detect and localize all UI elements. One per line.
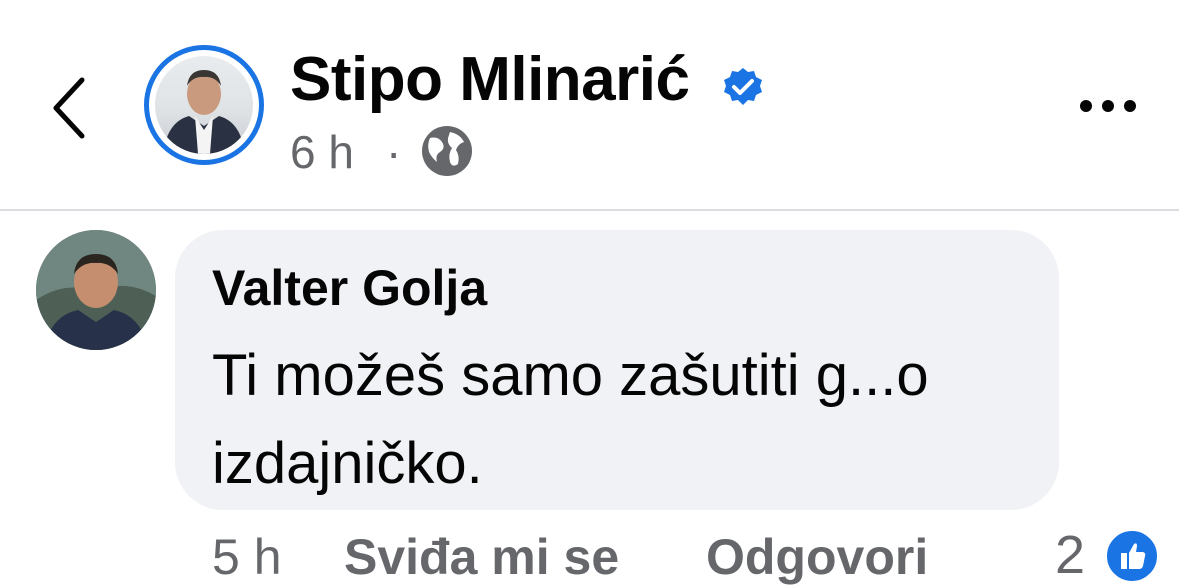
comment-text: Ti možeš samo zašutiti g...o izdajničko.	[212, 343, 929, 496]
verified-badge-icon	[724, 68, 762, 105]
chevron-left-icon	[53, 77, 85, 139]
more-options-icon	[1080, 100, 1136, 112]
post-author-name[interactable]: Stipo Mlinarić	[290, 44, 690, 115]
reply-button[interactable]: Odgovori	[706, 528, 928, 586]
comment-actions: 5 h Sviđa mi se Odgovori 2	[0, 520, 1179, 585]
post-timestamp[interactable]: 6 h	[290, 125, 354, 179]
reaction-count[interactable]: 2	[1055, 524, 1085, 586]
meta-separator: ·	[386, 126, 402, 178]
like-thumb-icon	[1121, 543, 1146, 569]
author-avatar-photo	[155, 56, 253, 154]
author-avatar[interactable]	[144, 45, 264, 165]
post-header: Stipo Mlinarić 6 h ·	[0, 0, 1179, 210]
commenter-name[interactable]: Valter Golja	[212, 259, 487, 317]
header-divider	[0, 209, 1179, 211]
back-button[interactable]	[40, 72, 100, 144]
more-options-button[interactable]	[1076, 90, 1140, 122]
globe-icon[interactable]	[420, 124, 474, 178]
like-button[interactable]: Sviđa mi se	[344, 528, 619, 586]
commenter-avatar[interactable]	[36, 230, 156, 350]
comment-timestamp[interactable]: 5 h	[212, 528, 282, 586]
